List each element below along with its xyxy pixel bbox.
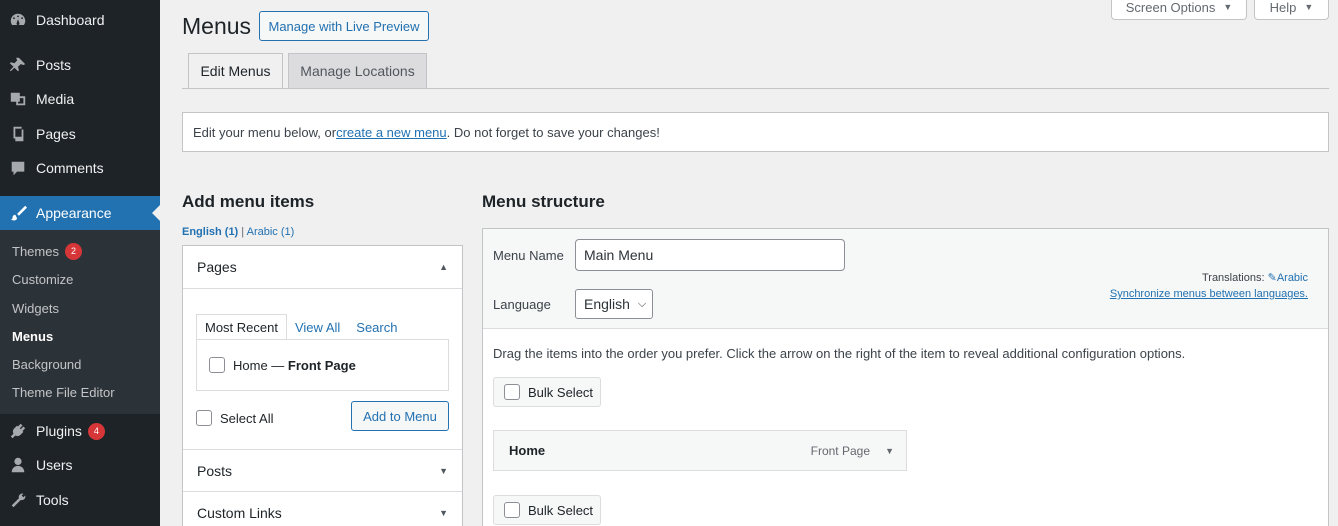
add-to-menu-button[interactable]: Add to Menu [351, 401, 449, 431]
page-title: Menus [182, 13, 252, 39]
submenu-item-themes[interactable]: Themes 2 [12, 239, 82, 263]
menu-item-row[interactable]: Home Front Page ▼ [493, 430, 907, 471]
submenu-item-customize[interactable]: Customize [12, 267, 73, 291]
pencil-icon: ✎ [1267, 272, 1277, 284]
caret-down-icon: ▼ [1223, 2, 1233, 12]
sidebar-item-label: Comments [36, 160, 104, 176]
menu-name-input[interactable]: Main Menu [575, 239, 845, 271]
menu-structure-box: Menu Name Main Menu Language English ⌵ T… [482, 228, 1329, 526]
sidebar-item-tools[interactable]: Tools [0, 483, 160, 517]
menu-structure-heading: Menu structure [482, 192, 605, 211]
language-link-english[interactable]: English (1) [182, 226, 238, 238]
manage-live-preview-button[interactable]: Manage with Live Preview [259, 11, 429, 41]
menu-item-type: Front Page [810, 443, 870, 458]
submenu-item-background[interactable]: Background [12, 352, 81, 376]
submenu-item-widgets[interactable]: Widgets [12, 296, 59, 320]
bulk-select-checkbox[interactable] [504, 384, 520, 400]
submenu-item-theme-file-editor[interactable]: Theme File Editor [12, 380, 115, 404]
bulk-select-top[interactable]: Bulk Select [493, 377, 601, 407]
help-button[interactable]: Help ▼ [1254, 0, 1329, 20]
page-checkbox[interactable] [209, 357, 225, 373]
select-all-checkbox[interactable] [196, 410, 212, 426]
dashboard-icon [0, 11, 36, 29]
caret-up-icon: ▲ [439, 262, 448, 272]
synchronize-languages-link[interactable]: Synchronize menus between languages. [1110, 288, 1308, 300]
language-filter-links: English (1) | Arabic (1) [182, 226, 295, 238]
chevron-down-icon: ⌵ [637, 297, 647, 310]
sidebar-item-label: Appearance [36, 205, 112, 221]
translations-line: Translations: ✎Arabic [1201, 272, 1308, 284]
pages-tabs: Most Recent View All Search [196, 314, 405, 340]
select-all-row: Select All [196, 410, 273, 426]
media-icon [0, 90, 36, 108]
accordion-posts-header[interactable]: Posts ▼ [183, 449, 462, 492]
sidebar-item-label: Tools [36, 492, 69, 508]
caret-down-icon: ▼ [1304, 2, 1314, 12]
sidebar-item-pages[interactable]: Pages [0, 117, 160, 151]
wrench-icon [0, 491, 36, 509]
pages-icon [0, 125, 36, 143]
comments-icon [0, 159, 36, 177]
sidebar-item-label: Media [36, 91, 75, 107]
admin-sidebar: Dashboard Posts Media Pages Comments App… [0, 0, 160, 526]
sidebar-item-label: Pages [36, 126, 76, 142]
users-icon [0, 456, 36, 474]
sidebar-item-label: Posts [36, 57, 72, 73]
sidebar-item-appearance[interactable]: Appearance [0, 196, 160, 230]
update-count-badge: 4 [87, 422, 105, 440]
sidebar-item-label: Dashboard [36, 12, 105, 28]
tab-divider [182, 88, 1329, 89]
menu-settings-header: Menu Name Main Menu Language English ⌵ T… [483, 229, 1328, 329]
screen-options-button[interactable]: Screen Options ▼ [1111, 0, 1247, 20]
caret-down-icon: ▼ [439, 508, 448, 518]
sidebar-item-dashboard[interactable]: Dashboard [0, 3, 160, 37]
language-link-arabic[interactable]: Arabic (1) [247, 226, 295, 238]
update-count-badge: 2 [64, 242, 82, 260]
tab-edit-menus[interactable]: Edit Menus [188, 53, 283, 89]
caret-down-icon: ▼ [439, 465, 448, 476]
pin-icon [0, 56, 36, 74]
create-new-menu-link[interactable]: create a new menu [336, 125, 447, 140]
language-select[interactable]: English ⌵ [575, 289, 653, 319]
language-label: Language [493, 297, 551, 312]
select-all-label: Select All [220, 410, 274, 426]
sidebar-item-label: Users [36, 457, 73, 473]
sync-line: Synchronize menus between languages. [1110, 288, 1308, 300]
bulk-select-bottom[interactable]: Bulk Select [493, 495, 601, 525]
plugin-icon [0, 422, 36, 440]
sidebar-item-media[interactable]: Media [0, 82, 160, 116]
accordion-custom-links-header[interactable]: Custom Links ▼ [183, 492, 462, 526]
menu-name-label: Menu Name [493, 248, 564, 263]
add-menu-items-heading: Add menu items [182, 192, 315, 211]
tab-search[interactable]: Search [348, 314, 405, 340]
tab-most-recent[interactable]: Most Recent [196, 314, 287, 340]
sidebar-item-plugins[interactable]: Plugins 4 [0, 414, 160, 448]
expand-arrow-icon[interactable]: ▼ [885, 446, 894, 456]
menu-item-title: Home [509, 443, 546, 458]
bulk-select-checkbox[interactable] [504, 502, 520, 518]
appearance-submenu: Themes 2 Customize Widgets Menus Backgro… [0, 230, 160, 414]
add-items-accordion: Pages ▲ Most Recent View All Search Home… [182, 245, 463, 526]
submenu-item-menus[interactable]: Menus [12, 324, 53, 348]
drag-instructions: Drag the items into the order you prefer… [493, 346, 1186, 361]
sidebar-item-label: Plugins [36, 423, 82, 439]
sidebar-item-posts[interactable]: Posts [0, 48, 160, 82]
tab-manage-locations[interactable]: Manage Locations [288, 53, 427, 89]
pages-panel: Most Recent View All Search Home — Front… [183, 289, 462, 449]
translation-link-arabic[interactable]: ✎Arabic [1268, 272, 1308, 284]
pages-list: Home — Front Page [196, 339, 449, 391]
list-item: Home — Front Page [233, 357, 356, 373]
tab-view-all[interactable]: View All [287, 314, 348, 340]
sidebar-item-users[interactable]: Users [0, 448, 160, 482]
brush-icon [0, 204, 36, 222]
accordion-pages-header[interactable]: Pages ▲ [183, 246, 462, 289]
info-notice: Edit your menu below, or create a new me… [182, 112, 1329, 152]
sidebar-item-comments[interactable]: Comments [0, 151, 160, 185]
